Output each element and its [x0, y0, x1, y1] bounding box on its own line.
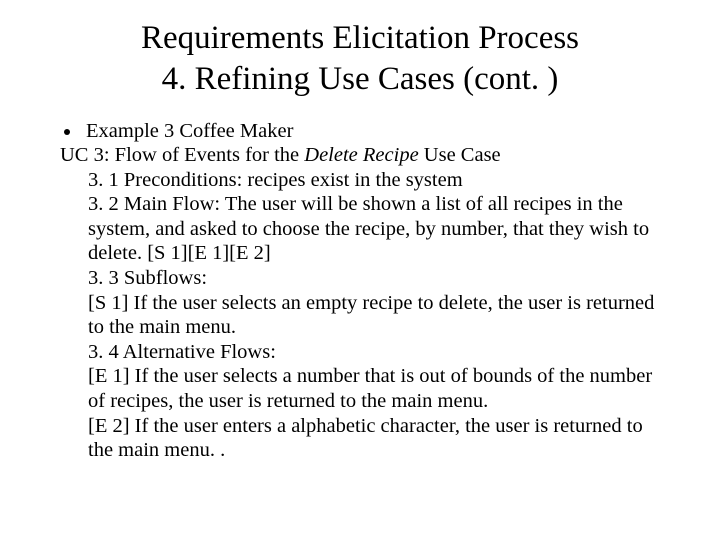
altflows-heading: 3. 4 Alternative Flows:: [88, 340, 666, 365]
bullet-item-1: Example 3 Coffee Maker: [82, 119, 666, 144]
title-line-2: 4. Refining Use Cases (cont. ): [162, 61, 559, 97]
slide: Requirements Elicitation Process 4. Refi…: [0, 0, 720, 540]
use-case-heading: UC 3: Flow of Events for the Delete Reci…: [60, 143, 666, 168]
bullet-text-1: Example 3 Coffee Maker: [86, 120, 293, 142]
uc-details: 3. 1 Preconditions: recipes exist in the…: [88, 168, 666, 463]
altflow-e2: [E 2] If the user enters a alphabetic ch…: [88, 414, 666, 463]
preconditions-line: 3. 1 Preconditions: recipes exist in the…: [88, 168, 666, 193]
uc-suffix: Use Case: [419, 144, 501, 166]
altflow-e1: [E 1] If the user selects a number that …: [88, 364, 666, 413]
mainflow-line: 3. 2 Main Flow: The user will be shown a…: [88, 192, 666, 266]
uc-prefix: UC 3: Flow of Events for the: [60, 144, 304, 166]
slide-title: Requirements Elicitation Process 4. Refi…: [54, 18, 666, 101]
subflows-heading: 3. 3 Subflows:: [88, 266, 666, 291]
uc-italic: Delete Recipe: [304, 144, 418, 166]
title-line-1: Requirements Elicitation Process: [141, 20, 579, 56]
slide-body: Example 3 Coffee Maker UC 3: Flow of Eve…: [54, 119, 666, 463]
bullet-list: Example 3 Coffee Maker: [54, 119, 666, 144]
subflow-s1: [S 1] If the user selects an empty recip…: [88, 291, 666, 340]
